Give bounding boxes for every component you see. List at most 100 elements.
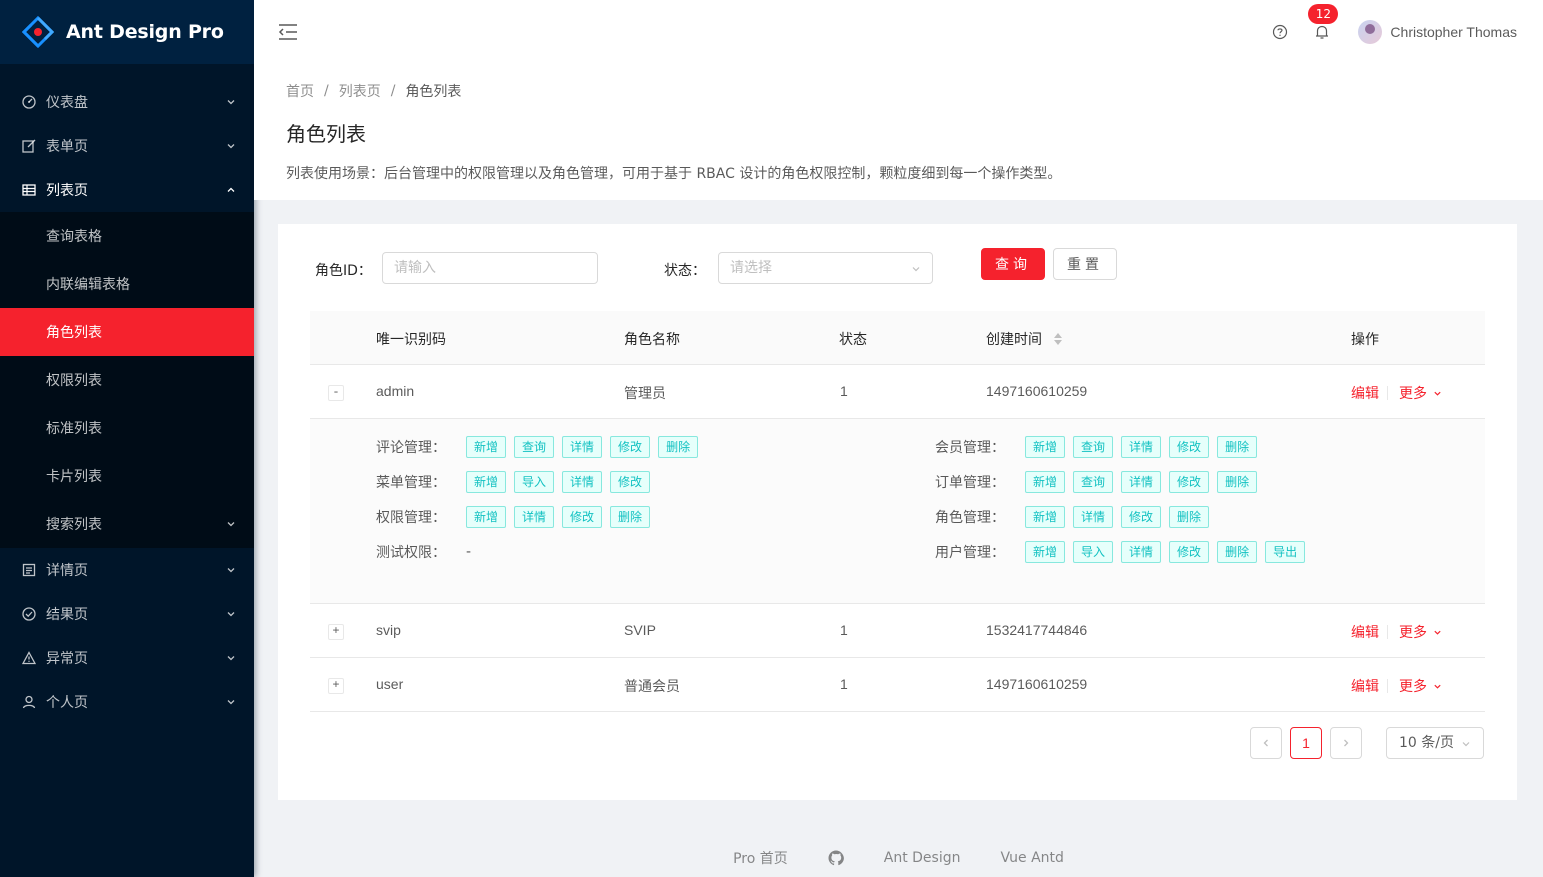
github-icon[interactable]: [828, 850, 844, 866]
column-header-created[interactable]: 创建时间: [986, 329, 1063, 349]
permission-tag[interactable]: 详情: [1073, 506, 1114, 528]
sidebar-item-account[interactable]: 个人页: [0, 680, 254, 724]
sidebar-item-inline-edit-table[interactable]: 内联编辑表格: [0, 260, 254, 308]
row-collapse-button[interactable]: -: [328, 385, 344, 401]
avatar[interactable]: [1358, 20, 1383, 44]
app-title: Ant Design Pro: [66, 21, 224, 43]
permission-tag[interactable]: 修改: [1121, 506, 1162, 528]
permission-tag[interactable]: 修改: [1169, 436, 1210, 458]
footer-link-ant-design[interactable]: Ant Design: [884, 850, 961, 866]
permission-tag[interactable]: 导出: [1265, 541, 1306, 563]
edit-link[interactable]: 编辑: [1351, 622, 1379, 642]
query-button[interactable]: 查询: [981, 248, 1045, 280]
edit-link[interactable]: 编辑: [1351, 676, 1379, 696]
sidebar-item-list[interactable]: 列表页: [0, 168, 254, 212]
prev-page-button[interactable]: [1250, 727, 1282, 759]
permission-tag[interactable]: 详情: [1121, 541, 1162, 563]
more-dropdown[interactable]: 更多: [1399, 676, 1442, 696]
logo[interactable]: Ant Design Pro: [0, 0, 254, 64]
permission-tag[interactable]: 修改: [1169, 471, 1210, 493]
permission-tag[interactable]: 新增: [1025, 471, 1066, 493]
menu-fold-icon[interactable]: [278, 22, 298, 42]
sidebar-item-exception[interactable]: 异常页: [0, 636, 254, 680]
permission-tag[interactable]: 导入: [514, 471, 555, 493]
question-circle-icon[interactable]: [1272, 24, 1288, 40]
sidebar-item-profile[interactable]: 详情页: [0, 548, 254, 592]
sidebar-item-form[interactable]: 表单页: [0, 124, 254, 168]
header-actions: 12 Christopher Thomas: [1272, 0, 1517, 64]
action-divider: [1387, 386, 1388, 400]
username[interactable]: Christopher Thomas: [1390, 24, 1517, 40]
breadcrumb-separator: /: [390, 83, 396, 99]
permission-tag[interactable]: 修改: [1169, 541, 1210, 563]
status-select[interactable]: 请选择: [718, 252, 933, 284]
notification-bell[interactable]: 12: [1308, 4, 1339, 40]
sort-icon[interactable]: [1054, 333, 1063, 345]
permission-tag[interactable]: 修改: [610, 436, 651, 458]
permission-tag[interactable]: 删除: [1217, 541, 1258, 563]
sidebar-item-label: 结果页: [46, 607, 88, 623]
permission-tag[interactable]: 删除: [1217, 471, 1258, 493]
table-row: + svip SVIP 1 1532417744846 编辑 更多: [310, 604, 1485, 658]
role-id-input[interactable]: 请输入: [382, 252, 598, 284]
edit-link[interactable]: 编辑: [1351, 383, 1379, 403]
more-dropdown[interactable]: 更多: [1399, 622, 1442, 642]
page-size-select[interactable]: 10 条/页: [1386, 727, 1484, 759]
sidebar-item-label: 详情页: [46, 563, 88, 579]
permission-tag[interactable]: 查询: [1073, 436, 1114, 458]
global-footer: Pro 首页 Ant Design Vue Antd: [254, 846, 1543, 870]
permission-tag[interactable]: 修改: [562, 506, 603, 528]
footer-link-pro-home[interactable]: Pro 首页: [733, 848, 788, 868]
more-dropdown[interactable]: 更多: [1399, 383, 1442, 403]
sidebar-item-label: 查询表格: [46, 229, 102, 245]
breadcrumb-list[interactable]: 列表页: [339, 81, 381, 101]
sidebar-item-result[interactable]: 结果页: [0, 592, 254, 636]
permission-tag[interactable]: 详情: [562, 471, 603, 493]
sidebar-item-dashboard[interactable]: 仪表盘: [0, 80, 254, 124]
permission-label: 菜单管理：: [376, 475, 446, 491]
permission-tag[interactable]: 新增: [1025, 436, 1066, 458]
chevron-down-icon: [1434, 630, 1441, 635]
permission-tag[interactable]: 详情: [562, 436, 603, 458]
permission-tag[interactable]: 新增: [466, 471, 507, 493]
next-page-button[interactable]: [1330, 727, 1362, 759]
check-circle-icon: [22, 607, 36, 621]
permission-tag[interactable]: 删除: [610, 506, 651, 528]
permission-tag[interactable]: 导入: [1073, 541, 1114, 563]
row-expand-button[interactable]: +: [328, 624, 344, 640]
permission-tag[interactable]: 新增: [1025, 506, 1066, 528]
sidebar: Ant Design Pro 仪表盘 表单页 列表页 查询表格 内联编辑表格 角…: [0, 0, 254, 877]
page-header: 首页 / 列表页 / 角色列表 角色列表 列表使用场景：后台管理中的权限管理以及…: [254, 64, 1543, 200]
permission-tag[interactable]: 新增: [466, 506, 507, 528]
footer-link-vue-antd[interactable]: Vue Antd: [1001, 850, 1064, 866]
page-size-value: 10 条/页: [1399, 735, 1454, 751]
permission-label: 测试权限：: [376, 545, 446, 561]
warning-icon: [22, 651, 36, 665]
sidebar-item-card-list[interactable]: 卡片列表: [0, 452, 254, 500]
permission-tag[interactable]: 新增: [1025, 541, 1066, 563]
sidebar-item-search-list[interactable]: 搜索列表: [0, 500, 254, 548]
page-number-button[interactable]: 1: [1290, 727, 1322, 759]
sidebar-item-standard-list[interactable]: 标准列表: [0, 404, 254, 452]
sidebar-item-role-list[interactable]: 角色列表: [0, 308, 254, 356]
breadcrumb-home[interactable]: 首页: [286, 81, 314, 101]
permission-tag[interactable]: 查询: [1073, 471, 1114, 493]
reset-button[interactable]: 重置: [1053, 248, 1117, 280]
role-table: 唯一识别码 角色名称 状态 创建时间 操作 - admin 管理员 1 1497…: [310, 311, 1485, 712]
permission-tag[interactable]: 新增: [466, 436, 507, 458]
permission-label: 评论管理：: [376, 440, 446, 456]
permission-tag[interactable]: 详情: [1121, 471, 1162, 493]
row-expand-button[interactable]: +: [328, 678, 344, 694]
permission-tag[interactable]: 修改: [610, 471, 651, 493]
permission-tag[interactable]: 删除: [1217, 436, 1258, 458]
sidebar-item-query-table[interactable]: 查询表格: [0, 212, 254, 260]
chevron-down-icon: [227, 656, 235, 661]
permission-tag[interactable]: 查询: [514, 436, 555, 458]
sidebar-item-permission-list[interactable]: 权限列表: [0, 356, 254, 404]
permission-label: 用户管理：: [935, 545, 1005, 561]
permission-tag[interactable]: 删除: [1169, 506, 1210, 528]
permission-tag[interactable]: 删除: [658, 436, 699, 458]
permission-tag[interactable]: 详情: [514, 506, 555, 528]
permission-tag[interactable]: 详情: [1121, 436, 1162, 458]
table-header: 唯一识别码 角色名称 状态 创建时间 操作: [310, 311, 1485, 365]
